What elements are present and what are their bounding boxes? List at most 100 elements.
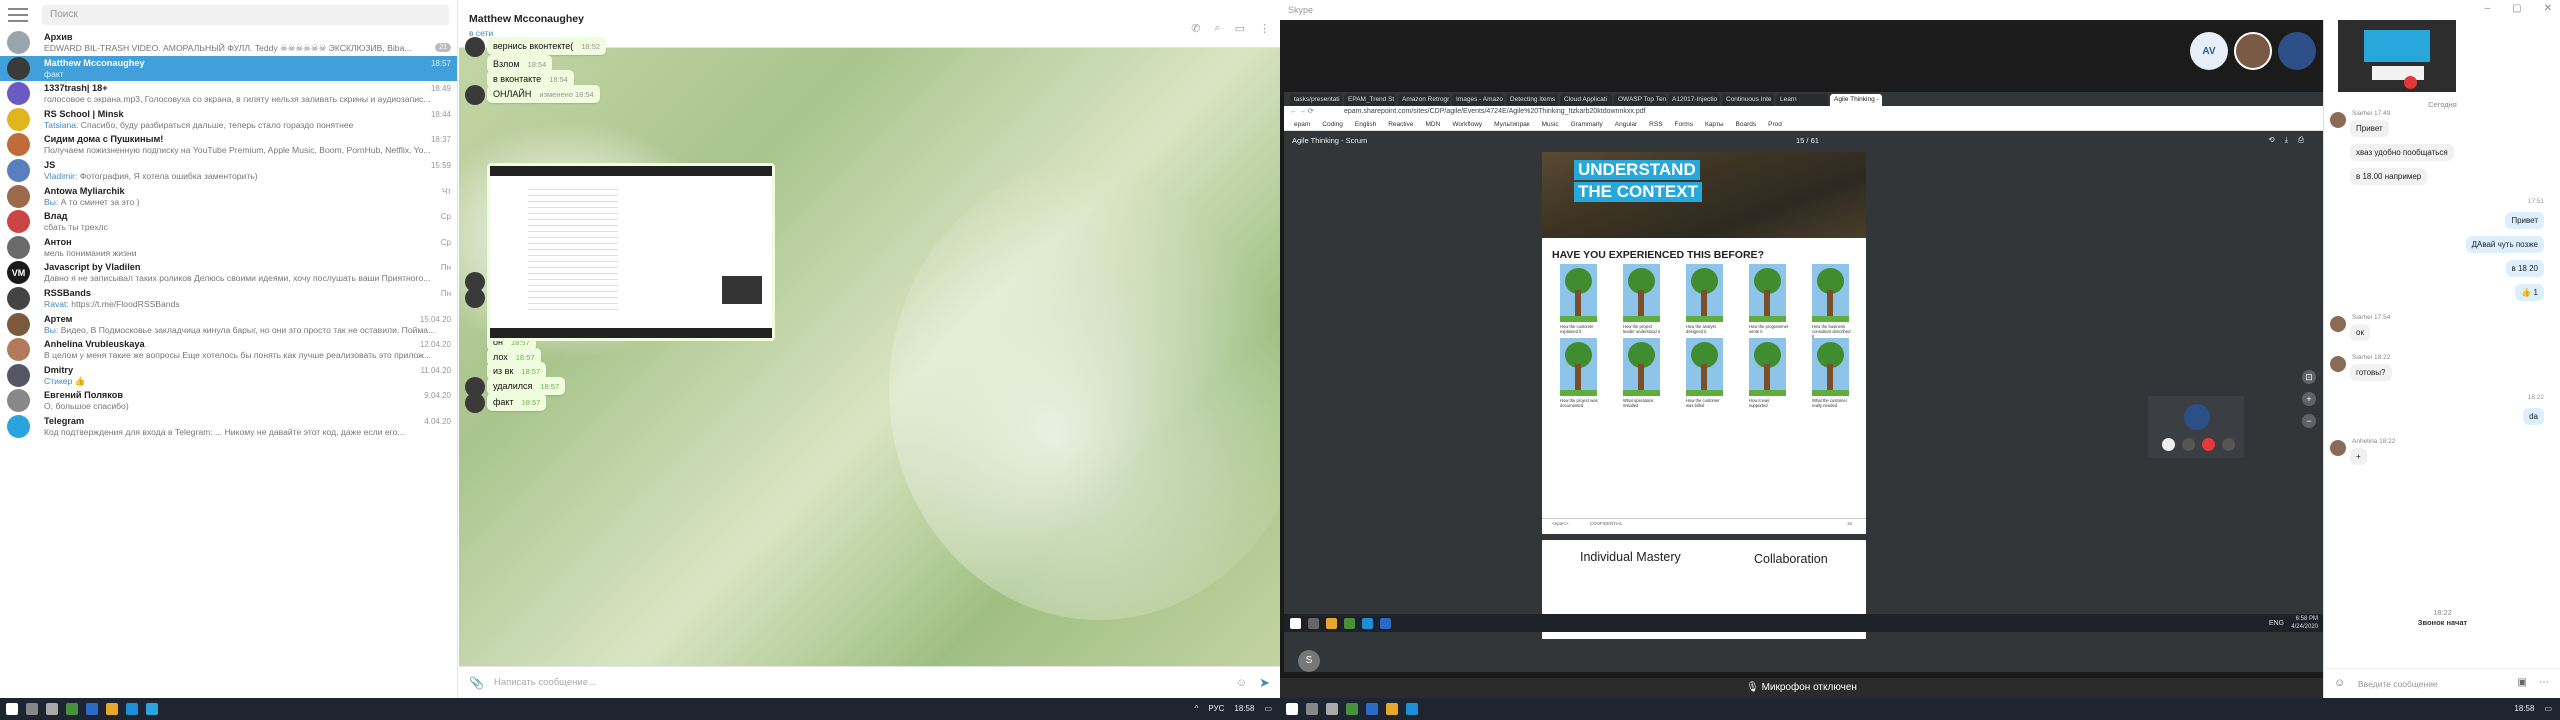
chat-list-item[interactable]: Артем Вы: Видео, В Подмосковье закладчица… xyxy=(0,312,457,338)
zoom-out-icon[interactable]: − xyxy=(2302,414,2316,428)
vscode-icon[interactable] xyxy=(86,703,98,715)
browser-tab[interactable]: Agile Thinking - xyxy=(1830,94,1882,106)
incoming-message[interactable]: + xyxy=(2350,448,2367,465)
search-icon[interactable] xyxy=(26,703,38,715)
bookmark-item[interactable]: Music xyxy=(1542,121,1559,130)
sender-avatar[interactable] xyxy=(2330,316,2346,332)
screen-share-thumbnail[interactable] xyxy=(2338,20,2456,92)
notifications-icon[interactable]: ▭ xyxy=(2544,704,2552,713)
incoming-message[interactable]: ок xyxy=(2350,324,2370,341)
sender-avatar[interactable] xyxy=(2330,356,2346,372)
chat-list-item[interactable]: Dmitry Стикер 👍 11.04.20 xyxy=(0,363,457,389)
emoji-icon[interactable]: ☺ xyxy=(2334,677,2345,689)
sender-avatar[interactable] xyxy=(465,288,485,308)
emoji-icon[interactable]: ☺ xyxy=(1236,677,1247,689)
sender-avatar[interactable] xyxy=(465,37,485,57)
search-icon[interactable] xyxy=(1306,703,1318,715)
bookmark-item[interactable]: Мультипрак xyxy=(1494,121,1529,130)
chat-list-item[interactable]: Влад сбать ты трехлс Ср xyxy=(0,209,457,235)
zoom-in-icon[interactable]: + xyxy=(2302,392,2316,406)
tray-clock[interactable]: 18:58 xyxy=(2514,704,2534,713)
chat-list-item[interactable]: Антон мель понимания жизни Ср xyxy=(0,235,457,261)
incoming-message[interactable]: готовы? xyxy=(2350,364,2392,381)
chrome-icon[interactable] xyxy=(1346,703,1358,715)
message-bubble[interactable]: вернись вконтекте(18:52 xyxy=(487,37,607,55)
attach-icon[interactable]: 📎 xyxy=(459,676,484,690)
sender-avatar[interactable] xyxy=(2330,440,2346,456)
phone-icon[interactable]: ✆ xyxy=(1191,22,1200,35)
chrome-icon[interactable] xyxy=(66,703,78,715)
search-icon[interactable]: ⌕ xyxy=(1214,22,1220,35)
browser-tab[interactable]: tasks/presentati xyxy=(1290,94,1342,106)
explorer-icon[interactable] xyxy=(106,703,118,715)
url-text[interactable]: epam.sharepoint.com/sites/CDP/agile/Even… xyxy=(1344,108,1646,115)
sidebar-toggle-icon[interactable]: ▭ xyxy=(1235,22,1245,35)
skype-icon[interactable] xyxy=(126,703,138,715)
chat-list-item[interactable]: JS Vladimir: Фотография, Я хотела ошибка … xyxy=(0,158,457,184)
bookmark-item[interactable]: Reactive xyxy=(1388,121,1413,130)
tray-clock[interactable]: 18:58 xyxy=(1234,704,1254,713)
message-bubble[interactable]: факт 18:57 xyxy=(487,393,547,411)
participant-avatar[interactable]: AV xyxy=(2190,32,2228,70)
chat-list-item[interactable]: Архив EDWARD BIL-TRASH VIDEO. АМОРАЛЬНЫЙ … xyxy=(0,30,457,56)
peer-name[interactable]: Matthew Mcconaughey xyxy=(469,13,1280,25)
browser-tab[interactable]: OWASP Top Ten xyxy=(1614,94,1666,106)
outgoing-message[interactable]: Привет xyxy=(2505,212,2544,229)
browser-tab[interactable]: Amazon Retrogr xyxy=(1398,94,1450,106)
mic-button[interactable] xyxy=(2162,438,2175,451)
maximize-icon[interactable]: ▢ xyxy=(2512,3,2521,14)
tray-arrow-icon[interactable]: ^ xyxy=(1195,704,1199,713)
search-input[interactable]: Поиск xyxy=(42,5,449,25)
screenshot-photo-message[interactable] xyxy=(487,163,775,341)
browser-tab[interactable]: Detecting Items xyxy=(1506,94,1558,106)
bookmark-item[interactable]: Карты xyxy=(1705,121,1724,130)
vscode-icon[interactable] xyxy=(1366,703,1378,715)
incoming-message[interactable]: хваз удобно пообщаться xyxy=(2350,144,2454,161)
bookmark-item[interactable]: Workflowy xyxy=(1452,121,1482,130)
task-view-icon[interactable] xyxy=(1326,703,1338,715)
browser-tab[interactable]: Cloud Applicati xyxy=(1560,94,1612,106)
incoming-message[interactable]: в 18.00 например xyxy=(2350,168,2428,185)
chat-list-item[interactable]: Matthew Mcconaughey факт 18:57 xyxy=(0,55,457,82)
download-icon[interactable]: ⤓ xyxy=(2285,135,2298,144)
browser-tab[interactable]: Images - Amazo xyxy=(1452,94,1504,106)
chat-list-item[interactable]: Сидим дома с Пушкиным! Получаем пожизненн… xyxy=(0,132,457,158)
bookmark-item[interactable]: Angular xyxy=(1615,121,1637,130)
bookmark-item[interactable]: Boards xyxy=(1736,121,1757,130)
skype-message-input[interactable]: Введите сообщение xyxy=(2358,679,2438,689)
bookmark-item[interactable]: Forms xyxy=(1675,121,1693,130)
close-icon[interactable]: ✕ xyxy=(2544,3,2552,14)
explorer-icon[interactable] xyxy=(1386,703,1398,715)
outgoing-message[interactable]: 👍 1 xyxy=(2515,284,2544,301)
send-icon[interactable]: ➤ xyxy=(1259,675,1270,691)
chat-list-item[interactable]: VM Javascript by Vladilen Давно я не запис… xyxy=(0,260,457,286)
print-icon[interactable]: ⎙ xyxy=(2298,135,2314,144)
message-bubble[interactable]: ОНЛАЙН изменено 18:54 xyxy=(487,85,600,103)
chat-list-item[interactable]: Antowa Myliarchik Вы: А то сминет за это … xyxy=(0,184,457,210)
outgoing-message[interactable]: ДАвай чуть позже xyxy=(2465,236,2544,253)
chat-list-item[interactable]: RSSBands Ravat: https://t.me/FloodRSSBand… xyxy=(0,286,457,312)
sender-avatar[interactable] xyxy=(465,393,485,413)
bookmark-item[interactable]: Grammarly xyxy=(1571,121,1603,130)
chat-list-item[interactable]: RS School | Minsk Tatsiana: Спасибо, буду… xyxy=(0,107,457,133)
telegram-icon[interactable] xyxy=(146,703,158,715)
message-input[interactable]: Написать сообщение... xyxy=(484,677,1236,688)
participant-avatar[interactable] xyxy=(2278,32,2316,70)
chat-list-item[interactable]: Anhelina Vrubleuskaya В целом у меня таки… xyxy=(0,337,457,363)
thumb-end-call[interactable] xyxy=(2404,76,2417,89)
bookmark-item[interactable]: Coding xyxy=(1322,121,1343,130)
outgoing-message[interactable]: da xyxy=(2523,408,2544,425)
rotate-icon[interactable]: ⟲ xyxy=(2268,135,2284,144)
tray-lang[interactable]: РУС xyxy=(1208,704,1224,713)
incoming-message[interactable]: Привет xyxy=(2350,120,2389,137)
skype-icon[interactable] xyxy=(1406,703,1418,715)
media-icon[interactable]: ▣ xyxy=(2518,677,2527,688)
browser-tab[interactable]: Continuous Inte xyxy=(1722,94,1774,106)
chat-list-item[interactable]: Telegram Код подтверждения для входа в Te… xyxy=(0,414,457,440)
browser-tab[interactable]: Learn xyxy=(1776,94,1828,106)
more-options-icon[interactable]: ⋯ xyxy=(2539,677,2549,688)
task-view-icon[interactable] xyxy=(46,703,58,715)
end-call-button[interactable] xyxy=(2202,438,2215,451)
outgoing-message[interactable]: в 18 20 xyxy=(2505,260,2544,277)
more-icon[interactable]: ⋮ xyxy=(1259,22,1270,35)
